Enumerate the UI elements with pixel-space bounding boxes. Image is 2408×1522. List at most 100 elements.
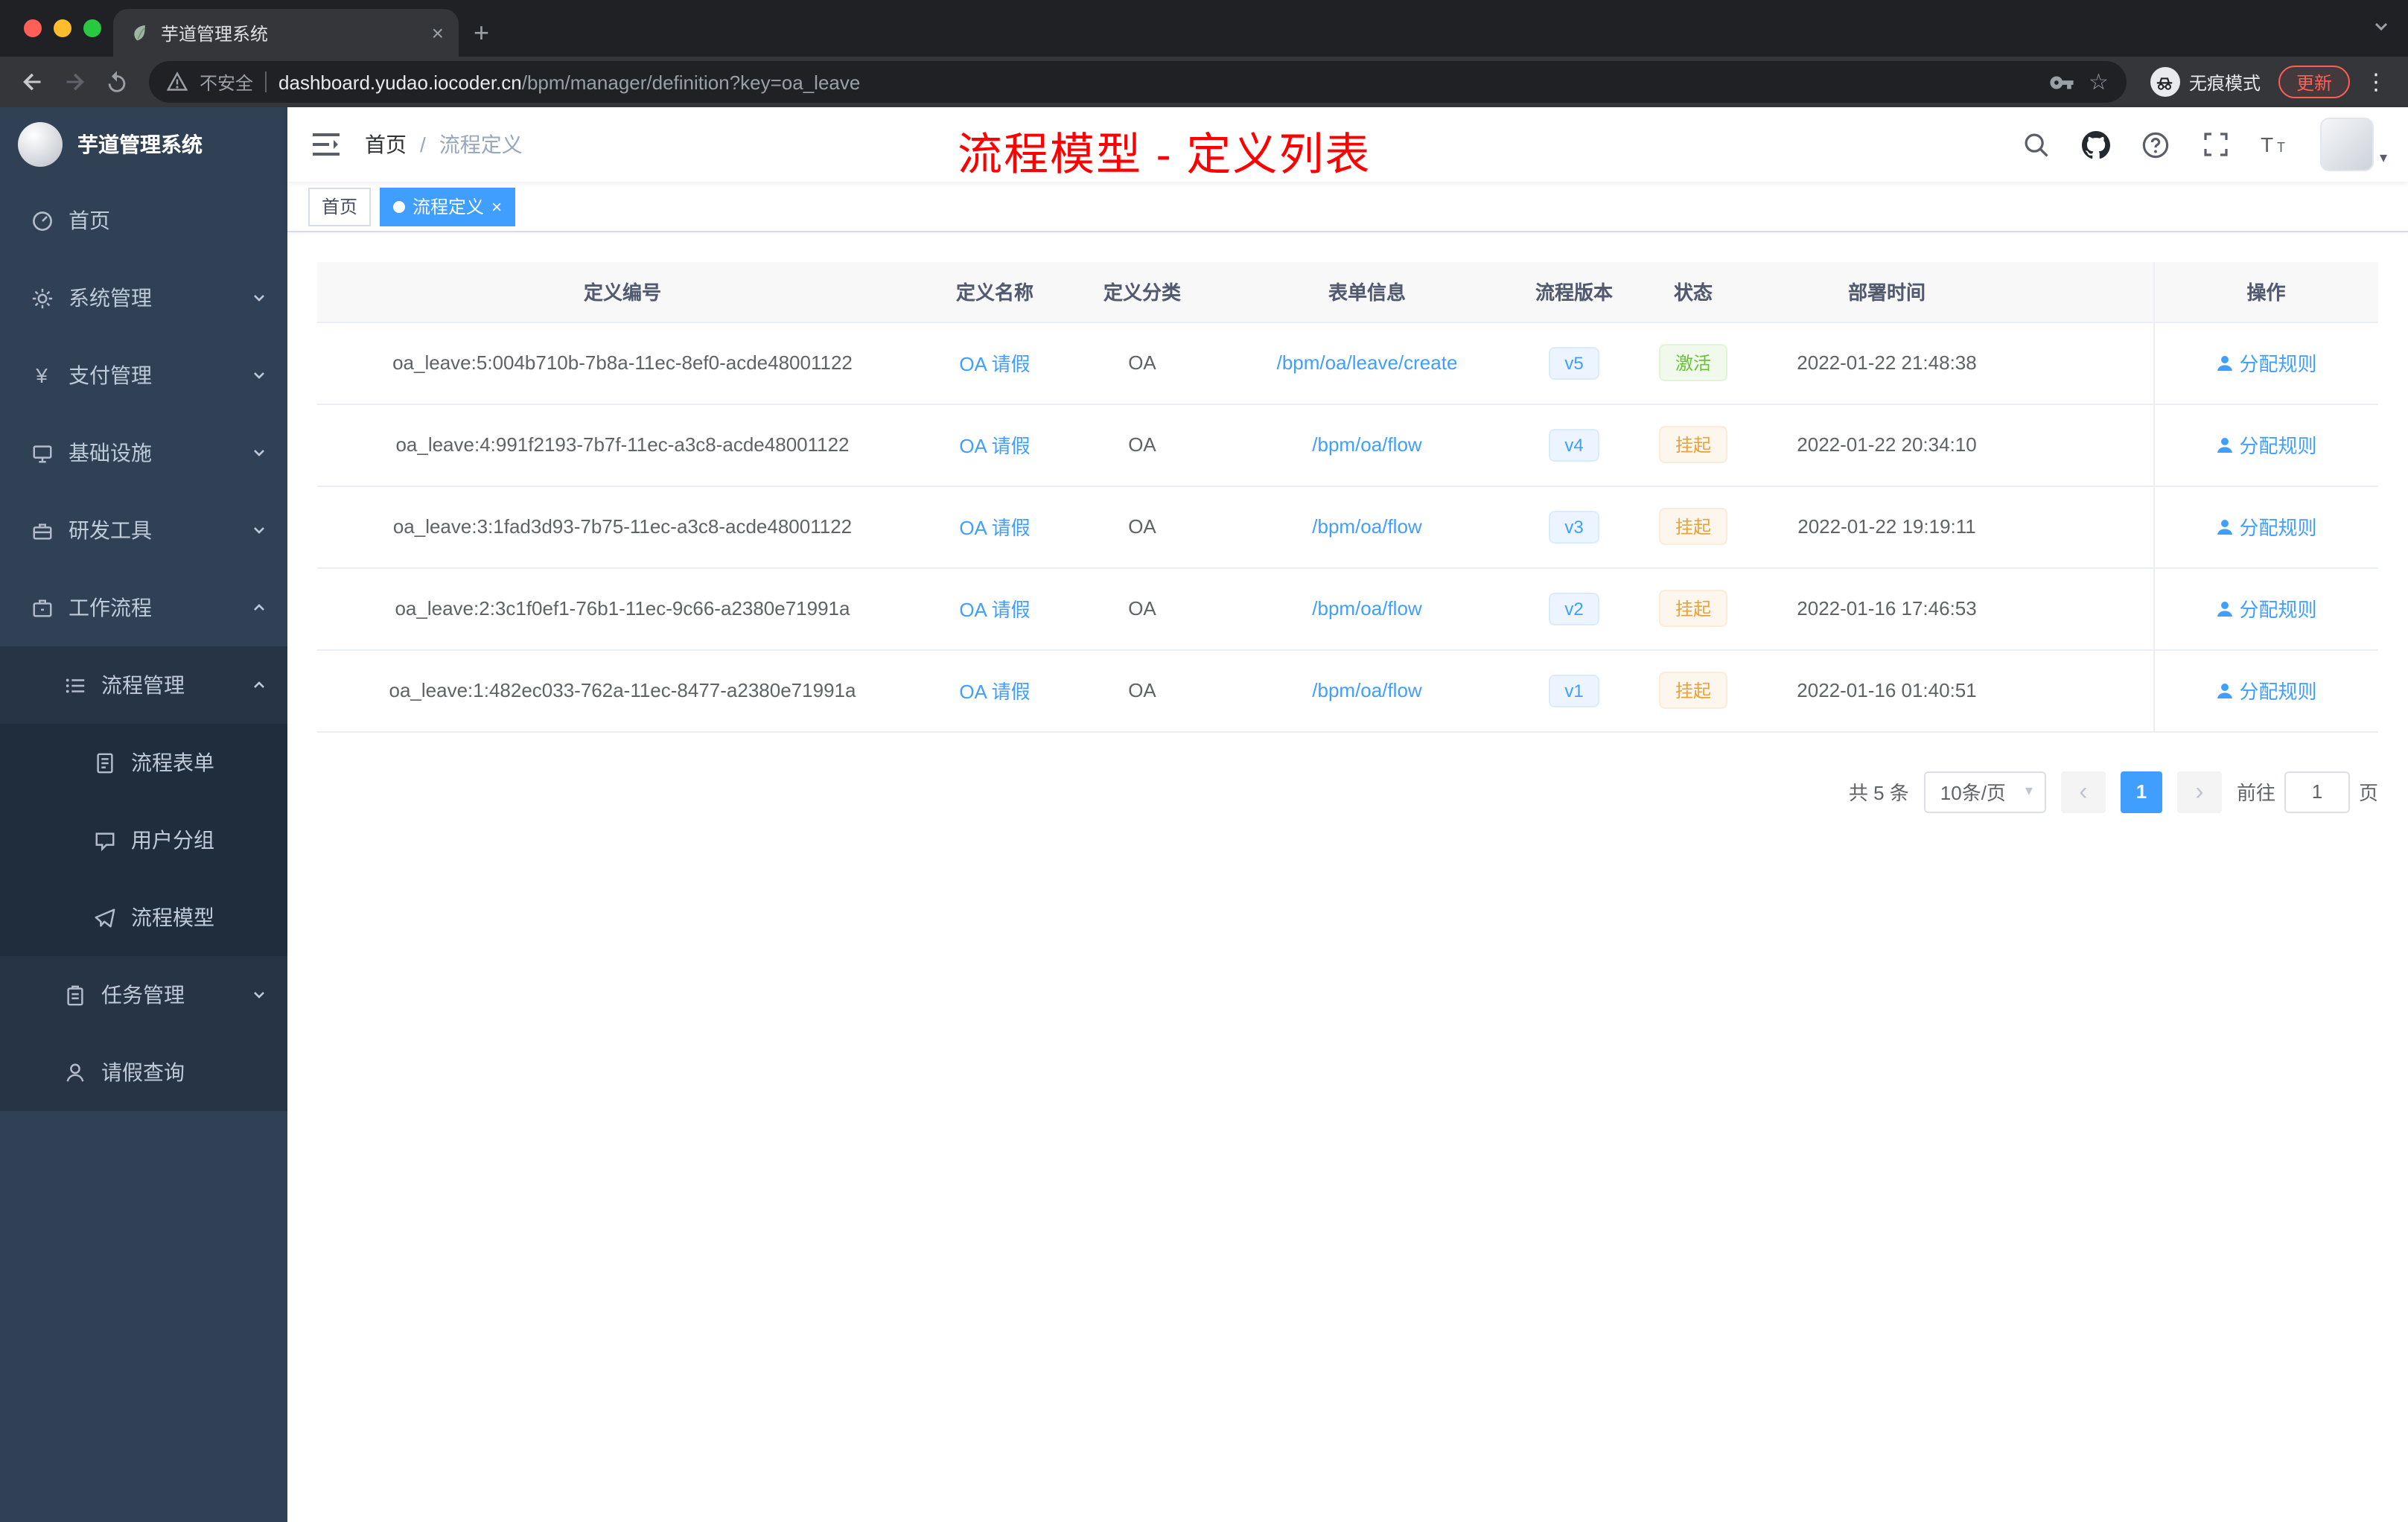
page-number-1[interactable]: 1 xyxy=(2120,771,2162,812)
password-key-icon[interactable] xyxy=(2048,69,2074,95)
sidebar-item-label: 系统管理 xyxy=(69,286,152,310)
svg-text:T: T xyxy=(2277,140,2285,155)
assign-rule-button[interactable]: 分配规则 xyxy=(2215,512,2317,541)
browser-tab[interactable]: 芋道管理系统 × xyxy=(113,9,459,57)
tab-close-icon[interactable]: × xyxy=(432,22,444,43)
window-close-button[interactable] xyxy=(24,19,42,37)
next-page-button[interactable]: › xyxy=(2176,771,2222,812)
paper-plane-icon xyxy=(92,905,116,929)
definition-name-link[interactable]: OA 请假 xyxy=(959,599,1030,621)
window-zoom-button[interactable] xyxy=(83,19,101,37)
status-badge: 挂起 xyxy=(1658,672,1727,709)
assign-rule-button[interactable]: 分配规则 xyxy=(2215,594,2317,623)
breadcrumb-home[interactable]: 首页 xyxy=(365,130,407,159)
table-row: oa_leave:5:004b710b-7b8a-11ec-8ef0-acde4… xyxy=(317,322,2378,404)
tag-process-definition[interactable]: 流程定义 × xyxy=(380,187,516,226)
url-text[interactable]: dashboard.yudao.iocoder.cn/bpm/manager/d… xyxy=(278,71,2036,93)
window-controls xyxy=(24,19,101,37)
pagination-total: 共 5 条 xyxy=(1848,782,1909,804)
sidebar-item-label: 研发工具 xyxy=(69,518,152,542)
sidebar-item-label: 用户分组 xyxy=(131,828,214,852)
sidebar-item-task-management[interactable]: 任务管理 xyxy=(0,956,287,1034)
search-icon[interactable] xyxy=(2013,121,2061,168)
tag-label: 流程定义 xyxy=(413,197,485,217)
form-link[interactable]: /bpm/oa/flow xyxy=(1312,515,1421,538)
assign-rule-label: 分配规则 xyxy=(2239,435,2317,457)
table-row: oa_leave:3:1fad3d93-7b75-11ec-a3c8-acde4… xyxy=(317,485,2378,568)
definition-name-link[interactable]: OA 请假 xyxy=(959,681,1030,703)
pagination-goto-input[interactable] xyxy=(2284,771,2350,812)
form-link[interactable]: /bpm/oa/flow xyxy=(1312,679,1421,701)
incognito-label: 无痕模式 xyxy=(2188,72,2261,93)
cell-filler xyxy=(2024,485,2153,568)
definition-name-link[interactable]: OA 请假 xyxy=(959,435,1030,457)
back-button[interactable] xyxy=(12,61,54,103)
new-tab-button[interactable]: + xyxy=(459,9,504,57)
incognito-profile-chip[interactable]: 无痕模式 xyxy=(2138,67,2272,97)
form-link[interactable]: /bpm/oa/leave/create xyxy=(1277,351,1458,374)
sidebar-item-label: 流程模型 xyxy=(131,905,214,929)
omnibox-icons: ☆ xyxy=(2048,69,2109,95)
sidebar-item-process-management[interactable]: 流程管理 xyxy=(0,646,287,724)
status-badge: 激活 xyxy=(1658,344,1727,381)
table-header-row: 定义编号 定义名称 定义分类 表单信息 流程版本 状态 部署时间 操作 xyxy=(317,262,2378,322)
security-label[interactable]: 不安全 xyxy=(200,69,253,95)
assign-rule-label: 分配规则 xyxy=(2239,353,2317,375)
help-icon[interactable] xyxy=(2133,121,2180,168)
sidebar-toggle-icon[interactable] xyxy=(287,107,365,182)
tags-view: 首页 流程定义 × xyxy=(287,182,2408,232)
gear-icon xyxy=(30,286,54,310)
sidebar-item-label: 任务管理 xyxy=(101,983,185,1007)
definition-name-link[interactable]: OA 请假 xyxy=(959,517,1030,539)
window-minimize-button[interactable] xyxy=(54,19,71,37)
form-link[interactable]: /bpm/oa/flow xyxy=(1312,597,1421,620)
forward-button[interactable] xyxy=(54,61,95,103)
column-header: 定义分类 xyxy=(1062,262,1223,322)
address-bar[interactable]: 不安全 dashboard.yudao.iocoder.cn/bpm/manag… xyxy=(149,61,2127,103)
fullscreen-icon[interactable] xyxy=(2192,121,2240,168)
sidebar-item-workflow[interactable]: 工作流程 xyxy=(0,569,287,646)
breadcrumb: 首页 / 流程定义 xyxy=(365,130,523,159)
assign-rule-button[interactable]: 分配规则 xyxy=(2215,676,2317,704)
sidebar-item-user-group[interactable]: 用户分组 xyxy=(0,801,287,879)
sidebar-item-dev-tools[interactable]: 研发工具 xyxy=(0,491,287,569)
sidebar-item-process-model[interactable]: 流程模型 xyxy=(0,879,287,956)
chrome-update-button[interactable]: 更新 xyxy=(2278,66,2350,98)
cell-filler xyxy=(2024,567,2153,650)
user-menu[interactable]: ▾ xyxy=(2319,118,2387,171)
github-icon[interactable] xyxy=(2073,121,2121,168)
omnibox-divider xyxy=(265,71,267,92)
reload-button[interactable] xyxy=(95,61,137,103)
tag-close-icon[interactable]: × xyxy=(491,197,502,215)
sidebar-item-home[interactable]: 首页 xyxy=(0,182,287,259)
definition-name-link[interactable]: OA 请假 xyxy=(959,353,1030,375)
browser-menu-icon[interactable]: ⋮ xyxy=(2356,69,2396,95)
sidebar-item-process-form[interactable]: 流程表单 xyxy=(0,724,287,801)
cell-deploy-time: 2022-01-22 21:48:38 xyxy=(1750,322,2024,404)
sidebar-logo[interactable]: 芋道管理系统 xyxy=(0,107,287,182)
tag-home[interactable]: 首页 xyxy=(308,187,372,226)
font-size-icon[interactable]: TT xyxy=(2252,121,2299,168)
page-content: 定义编号 定义名称 定义分类 表单信息 流程版本 状态 部署时间 操作 oa_l… xyxy=(287,232,2408,1522)
assign-rule-button[interactable]: 分配规则 xyxy=(2215,348,2317,377)
page-size-select[interactable]: 10条/页 ▾ xyxy=(1923,771,2046,812)
sidebar-item-leave-query[interactable]: 请假查询 xyxy=(0,1034,287,1111)
sidebar-item-infrastructure[interactable]: 基础设施 xyxy=(0,414,287,491)
form-link[interactable]: /bpm/oa/flow xyxy=(1312,433,1421,456)
document-icon xyxy=(92,751,116,774)
page-size-value: 10条/页 xyxy=(1940,782,2006,804)
sidebar-item-system-management[interactable]: 系统管理 xyxy=(0,259,287,337)
chevron-down-icon xyxy=(252,368,267,383)
sidebar-item-payment-management[interactable]: ¥ 支付管理 xyxy=(0,337,287,414)
avatar xyxy=(2319,118,2374,171)
prev-page-button[interactable]: ‹ xyxy=(2060,771,2106,812)
chat-bubble-icon xyxy=(92,828,116,852)
svg-text:T: T xyxy=(2261,133,2273,156)
version-badge: v5 xyxy=(1548,346,1600,379)
tab-search-icon[interactable] xyxy=(2372,18,2390,36)
assign-rule-label: 分配规则 xyxy=(2239,681,2317,703)
cell-deploy-time: 2022-01-22 19:19:11 xyxy=(1750,485,2024,568)
bookmark-star-icon[interactable]: ☆ xyxy=(2089,71,2109,93)
assign-rule-button[interactable]: 分配规则 xyxy=(2215,430,2317,459)
not-secure-warning-icon xyxy=(167,71,188,91)
